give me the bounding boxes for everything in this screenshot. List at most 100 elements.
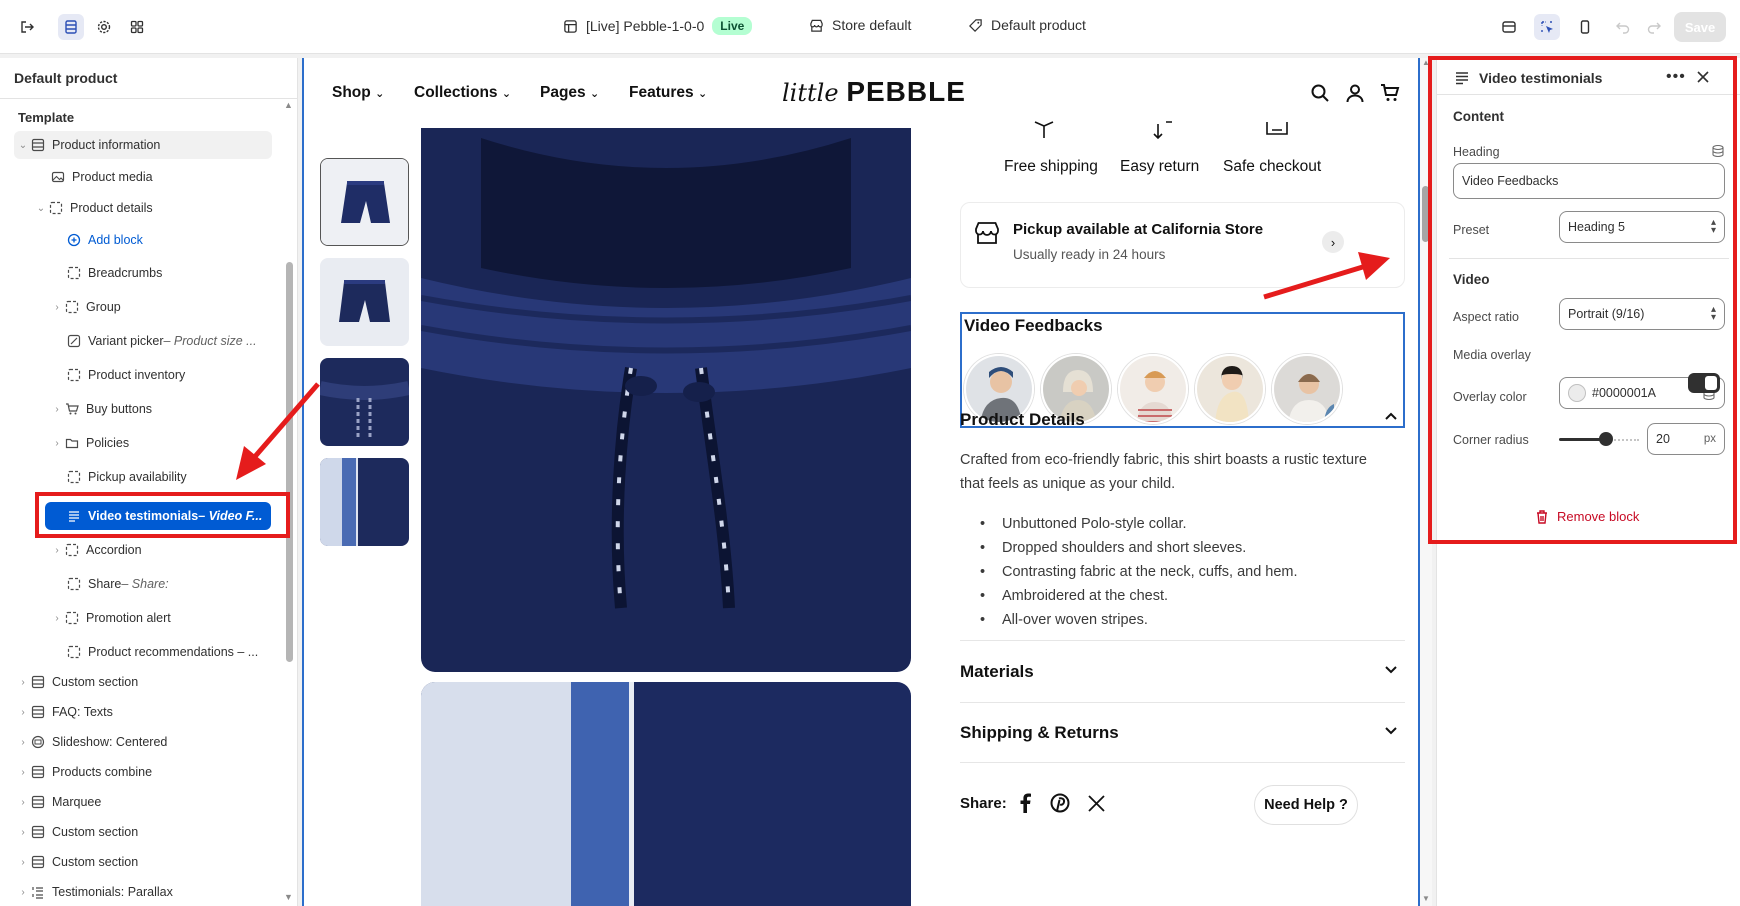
sections-panel: Default product Template ▲ ⌄ Product inf…	[0, 58, 298, 906]
template-selector[interactable]: Default product	[968, 17, 1086, 33]
tree-item-product-information[interactable]: ⌄ Product information	[16, 131, 161, 159]
block-icon	[64, 299, 80, 315]
nav-shop[interactable]: Shop ⌄	[332, 84, 384, 102]
accordion-title[interactable]: Materials	[960, 662, 1034, 682]
collapse-arrow-icon[interactable]: ▲	[284, 100, 293, 110]
need-help-button[interactable]: Need Help ?	[1254, 785, 1358, 825]
chevron-down-icon[interactable]	[1384, 723, 1398, 739]
tree-section-testimonials[interactable]: › Testimonials: Parallax	[16, 878, 173, 906]
tree-item-pickup-availability[interactable]: Pickup availability	[66, 463, 187, 491]
tree-item-label: Breadcrumbs	[88, 266, 163, 280]
scrollbar-thumb[interactable]	[286, 262, 293, 662]
pickup-card[interactable]: Pickup available at California Store Usu…	[960, 202, 1405, 288]
chevron-right-icon[interactable]: ›	[1322, 231, 1344, 253]
chevron-up-icon[interactable]	[1384, 408, 1398, 424]
apps-icon[interactable]	[124, 14, 150, 40]
block-icon	[64, 542, 80, 558]
search-icon[interactable]	[1310, 83, 1330, 108]
section-label: Custom section	[52, 855, 139, 869]
nav-label: Shop	[332, 84, 371, 101]
tree-section-custom-2[interactable]: › Custom section	[16, 818, 138, 846]
tree-section-custom-1[interactable]: › Custom section	[16, 668, 138, 696]
facebook-icon[interactable]	[1018, 793, 1032, 818]
tree-item-policies[interactable]: › Policies	[50, 429, 129, 457]
inspector-icon[interactable]	[1496, 14, 1522, 40]
section-icon	[30, 704, 46, 720]
tree-item-buy-buttons[interactable]: › Buy buttons	[50, 395, 152, 423]
chevron-right-icon[interactable]: ›	[16, 767, 30, 778]
tree-item-group[interactable]: › Group	[50, 293, 120, 321]
tree-item-product-inventory[interactable]: Product inventory	[66, 361, 185, 389]
product-thumbnail[interactable]	[320, 258, 409, 346]
chevron-right-icon[interactable]: ›	[16, 827, 30, 838]
nav-collections[interactable]: Collections ⌄	[414, 84, 511, 102]
select-cursor-icon[interactable]	[1534, 14, 1560, 40]
mobile-preview-icon[interactable]	[1572, 14, 1598, 40]
save-button[interactable]: Save	[1674, 12, 1726, 42]
accordion-title[interactable]: Product Details	[960, 410, 1085, 430]
tree-item-accordion[interactable]: › Accordion	[50, 536, 141, 564]
tree-section-slideshow[interactable]: › Slideshow: Centered	[16, 728, 167, 756]
perk-label: Safe checkout	[1223, 158, 1322, 175]
tree-item-label: Share	[88, 577, 122, 591]
bullet-item: All-over woven stripes.	[980, 608, 1298, 632]
tree-item-variant-picker[interactable]: Variant picker – Product size ...	[66, 327, 257, 355]
chevron-right-icon[interactable]: ›	[16, 677, 30, 688]
tree-section-faq[interactable]: › FAQ: Texts	[16, 698, 113, 726]
chevron-right-icon[interactable]: ›	[16, 737, 30, 748]
panel-title: Default product	[14, 70, 118, 86]
tree-section-custom-3[interactable]: › Custom section	[16, 848, 138, 876]
bullet-item: Contrasting fabric at the neck, cuffs, a…	[980, 560, 1298, 584]
video-avatar[interactable]	[1118, 354, 1188, 424]
chevron-right-icon[interactable]: ›	[50, 545, 64, 556]
chevron-down-icon[interactable]: ⌄	[16, 140, 30, 151]
pinterest-icon[interactable]	[1050, 793, 1070, 818]
product-thumbnail[interactable]	[320, 458, 409, 546]
scroll-down-icon[interactable]: ▼	[284, 892, 293, 902]
product-detail-image[interactable]	[421, 682, 911, 906]
scroll-down-icon[interactable]: ▼	[1422, 894, 1430, 903]
chevron-right-icon[interactable]: ›	[50, 302, 64, 313]
tree-item-product-details[interactable]: ⌄ Product details	[34, 194, 153, 222]
tree-item-sublabel: – Product size ...	[163, 334, 257, 348]
chevron-right-icon[interactable]: ›	[50, 438, 64, 449]
undo-icon[interactable]	[1610, 14, 1636, 40]
tree-item-label: Variant picker	[88, 334, 164, 348]
tree-item-product-media[interactable]: Product media	[50, 163, 153, 191]
redo-icon[interactable]	[1641, 14, 1667, 40]
chevron-right-icon[interactable]: ›	[50, 613, 64, 624]
theme-selector[interactable]: [Live] Pebble-1-0-0 Live	[563, 17, 753, 35]
accordion-title[interactable]: Shipping & Returns	[960, 723, 1119, 743]
add-block-button[interactable]: Add block	[66, 226, 143, 254]
product-main-image[interactable]	[421, 128, 911, 672]
chevron-right-icon[interactable]: ›	[50, 404, 64, 415]
chevron-right-icon[interactable]: ›	[16, 887, 30, 898]
tree-item-breadcrumbs[interactable]: Breadcrumbs	[66, 259, 162, 287]
exit-icon[interactable]	[14, 14, 40, 40]
account-icon[interactable]	[1345, 83, 1365, 108]
cart-icon[interactable]	[1380, 83, 1400, 108]
nav-label: Collections	[414, 84, 498, 101]
store-logo[interactable]: little PEBBLE	[782, 76, 966, 108]
tree-item-promotion-alert[interactable]: › Promotion alert	[50, 604, 170, 632]
product-thumbnail[interactable]	[320, 158, 409, 246]
video-avatar[interactable]	[1272, 354, 1342, 424]
x-twitter-icon[interactable]	[1088, 795, 1105, 817]
section-icon	[30, 824, 46, 840]
chevron-right-icon[interactable]: ›	[16, 857, 30, 868]
sections-icon[interactable]	[58, 14, 84, 40]
tree-section-products-combine[interactable]: › Products combine	[16, 758, 152, 786]
gear-icon[interactable]	[91, 14, 117, 40]
nav-pages[interactable]: Pages ⌄	[540, 84, 599, 102]
chevron-right-icon[interactable]: ›	[16, 707, 30, 718]
product-thumbnail[interactable]	[320, 358, 409, 446]
chevron-down-icon[interactable]	[1384, 662, 1398, 678]
nav-features[interactable]: Features ⌄	[629, 84, 707, 102]
video-avatar[interactable]	[1195, 354, 1265, 424]
chevron-right-icon[interactable]: ›	[16, 797, 30, 808]
tree-item-share[interactable]: Share – Share:	[66, 570, 169, 598]
store-selector[interactable]: Store default	[809, 17, 911, 33]
chevron-down-icon[interactable]: ⌄	[34, 203, 48, 214]
tree-item-product-recommendations[interactable]: Product recommendations – ...	[66, 638, 258, 666]
tree-section-marquee[interactable]: › Marquee	[16, 788, 101, 816]
